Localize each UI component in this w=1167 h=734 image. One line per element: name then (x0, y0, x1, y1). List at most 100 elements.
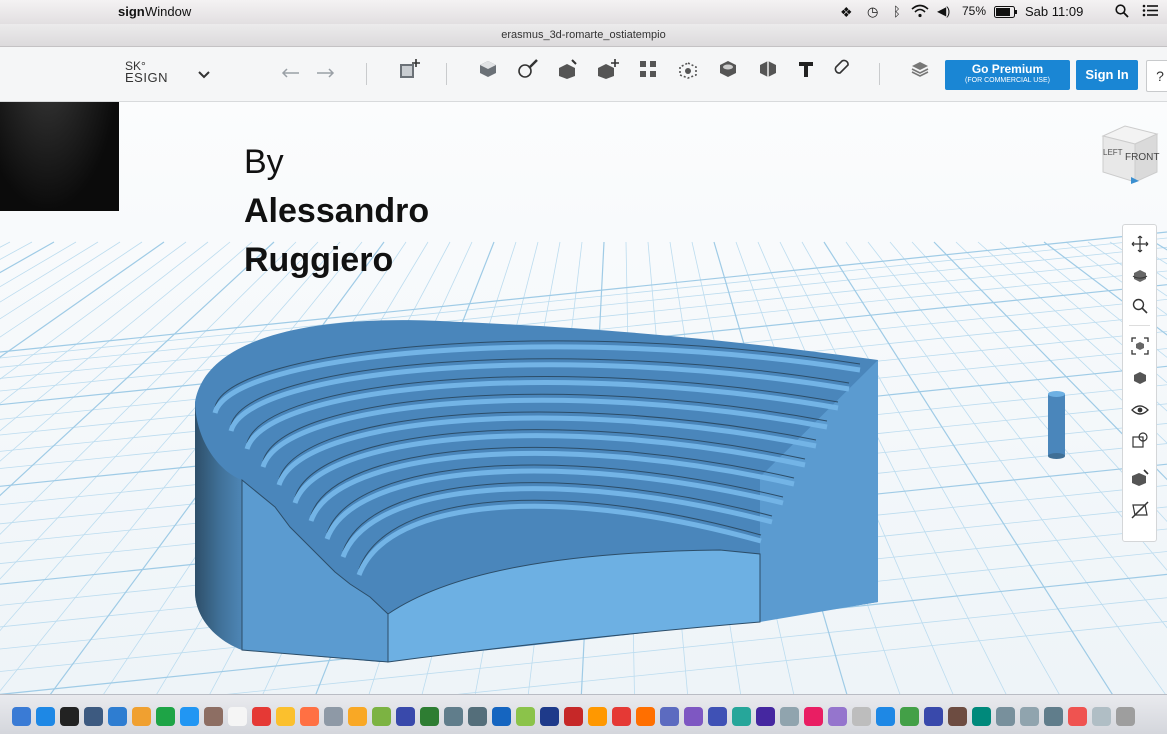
dock-app-icon[interactable] (324, 707, 343, 726)
dock-app-icon[interactable] (252, 707, 271, 726)
clock[interactable]: Sab 11:09 (1025, 4, 1083, 19)
app-menu[interactable]: sign (118, 4, 145, 19)
dock-app-icon[interactable] (540, 707, 559, 726)
dock-app-icon[interactable] (804, 707, 823, 726)
dock-app-icon[interactable] (84, 707, 103, 726)
dock-app-icon[interactable] (396, 707, 415, 726)
3d-viewport[interactable]: By Alessandro Ruggiero LEFT FRONT (0, 102, 1167, 694)
construct-icon[interactable] (554, 55, 582, 83)
dock-app-icon[interactable] (732, 707, 751, 726)
dock-app-icon[interactable] (1020, 707, 1039, 726)
pattern-icon[interactable] (634, 55, 662, 83)
help-button[interactable]: ? (1146, 60, 1167, 92)
dock-app-icon[interactable] (516, 707, 535, 726)
dock-app-icon[interactable] (780, 707, 799, 726)
material-view-icon[interactable] (1127, 465, 1153, 491)
view-controls-panel (1122, 224, 1157, 542)
dock-app-icon[interactable] (204, 707, 223, 726)
dropbox-icon[interactable]: ❖ (840, 4, 853, 21)
dock-app-icon[interactable] (1044, 707, 1063, 726)
hide-show-icon[interactable] (1127, 427, 1153, 453)
dock-app-icon[interactable] (828, 707, 847, 726)
perspective-eye-icon[interactable] (1127, 397, 1153, 423)
import-object-icon[interactable] (395, 55, 423, 83)
window-menu[interactable]: Window (145, 4, 191, 19)
toggle-grid-icon[interactable] (1127, 497, 1153, 523)
grouping-icon[interactable] (674, 55, 702, 83)
dock-app-icon[interactable] (348, 707, 367, 726)
time-machine-icon[interactable]: ◷ (867, 4, 878, 20)
dock-app-icon[interactable] (852, 707, 871, 726)
dock-app-icon[interactable] (612, 707, 631, 726)
dock-app-icon[interactable] (708, 707, 727, 726)
app-toolbar: SK° ESIGN Go Premium (FOR COMMERCIAL USE… (0, 47, 1167, 102)
undo-icon[interactable] (276, 59, 304, 87)
author-credit: By Alessandro Ruggiero (244, 140, 429, 282)
dock-app-icon[interactable] (372, 707, 391, 726)
material-icon[interactable] (906, 55, 934, 83)
dock-app-icon[interactable] (420, 707, 439, 726)
snap-magnet-icon[interactable] (830, 55, 858, 83)
dock-app-icon[interactable] (132, 707, 151, 726)
dock-app-icon[interactable] (108, 707, 127, 726)
combine-icon[interactable] (714, 55, 742, 83)
dock-app-icon[interactable] (564, 707, 583, 726)
dock-app-icon[interactable] (996, 707, 1015, 726)
dock-app-icon[interactable] (756, 707, 775, 726)
pan-icon[interactable] (1127, 231, 1153, 257)
window-titlebar: erasmus_3d-romarte_ostiatempio (0, 24, 1167, 47)
dock-app-icon[interactable] (660, 707, 679, 726)
premium-label: Go Premium (971, 62, 1044, 76)
fit-view-icon[interactable] (1127, 333, 1153, 359)
dock-app-icon[interactable] (1068, 707, 1087, 726)
volume-icon[interactable]: ◀) (937, 4, 950, 18)
sketch-icon[interactable] (514, 55, 542, 83)
dock-app-icon[interactable] (588, 707, 607, 726)
dock-app-icon[interactable] (300, 707, 319, 726)
bluetooth-icon[interactable]: ᛒ (893, 4, 901, 19)
cylinder-object[interactable] (1048, 391, 1065, 459)
author-first-name: Alessandro (244, 192, 430, 230)
primitives-icon[interactable] (474, 55, 502, 83)
text-tool-icon[interactable] (792, 55, 820, 83)
author-last-name: Ruggiero (244, 241, 394, 279)
dock-app-icon[interactable] (1092, 707, 1111, 726)
measure-icon[interactable] (754, 55, 782, 83)
dock-app-icon[interactable] (36, 707, 55, 726)
dock-app-icon[interactable] (12, 707, 31, 726)
notification-center-icon[interactable] (1142, 4, 1158, 20)
dock-app-icon[interactable] (684, 707, 703, 726)
dock-app-icon[interactable] (468, 707, 487, 726)
dock-app-icon[interactable] (972, 707, 991, 726)
sign-in-button[interactable]: Sign In (1076, 60, 1138, 90)
view-cube[interactable]: LEFT FRONT (1095, 122, 1161, 186)
battery-icon[interactable] (994, 6, 1018, 21)
dock-app-icon[interactable] (492, 707, 511, 726)
go-premium-button[interactable]: Go Premium (FOR COMMERCIAL USE) (945, 60, 1070, 90)
dock-app-icon[interactable] (636, 707, 655, 726)
dock-app-icon[interactable] (228, 707, 247, 726)
dock-app-icon[interactable] (876, 707, 895, 726)
viewcube-front-face[interactable]: FRONT (1125, 152, 1159, 163)
dock-app-icon[interactable] (900, 707, 919, 726)
orbit-icon[interactable] (1127, 263, 1153, 289)
dock-app-icon[interactable] (444, 707, 463, 726)
fit-selected-icon[interactable] (1127, 365, 1153, 391)
dock-app-icon[interactable] (156, 707, 175, 726)
logo-line2: ESIGN (125, 70, 168, 85)
dock-app-icon[interactable] (276, 707, 295, 726)
zoom-icon[interactable] (1127, 293, 1153, 319)
dock-app-icon[interactable] (60, 707, 79, 726)
modify-icon[interactable] (594, 55, 622, 83)
battery-percent: 75% (962, 4, 987, 18)
viewcube-left-face[interactable]: LEFT (1103, 148, 1123, 157)
dock-app-icon[interactable] (1116, 707, 1135, 726)
spotlight-icon[interactable] (1115, 4, 1129, 21)
app-logo[interactable]: SK° ESIGN (125, 60, 168, 84)
wifi-icon[interactable] (911, 4, 929, 21)
dock-app-icon[interactable] (180, 707, 199, 726)
redo-icon[interactable] (312, 59, 340, 87)
dock-app-icon[interactable] (924, 707, 943, 726)
dock-app-icon[interactable] (948, 707, 967, 726)
main-menu-chevron-icon[interactable] (190, 61, 218, 89)
